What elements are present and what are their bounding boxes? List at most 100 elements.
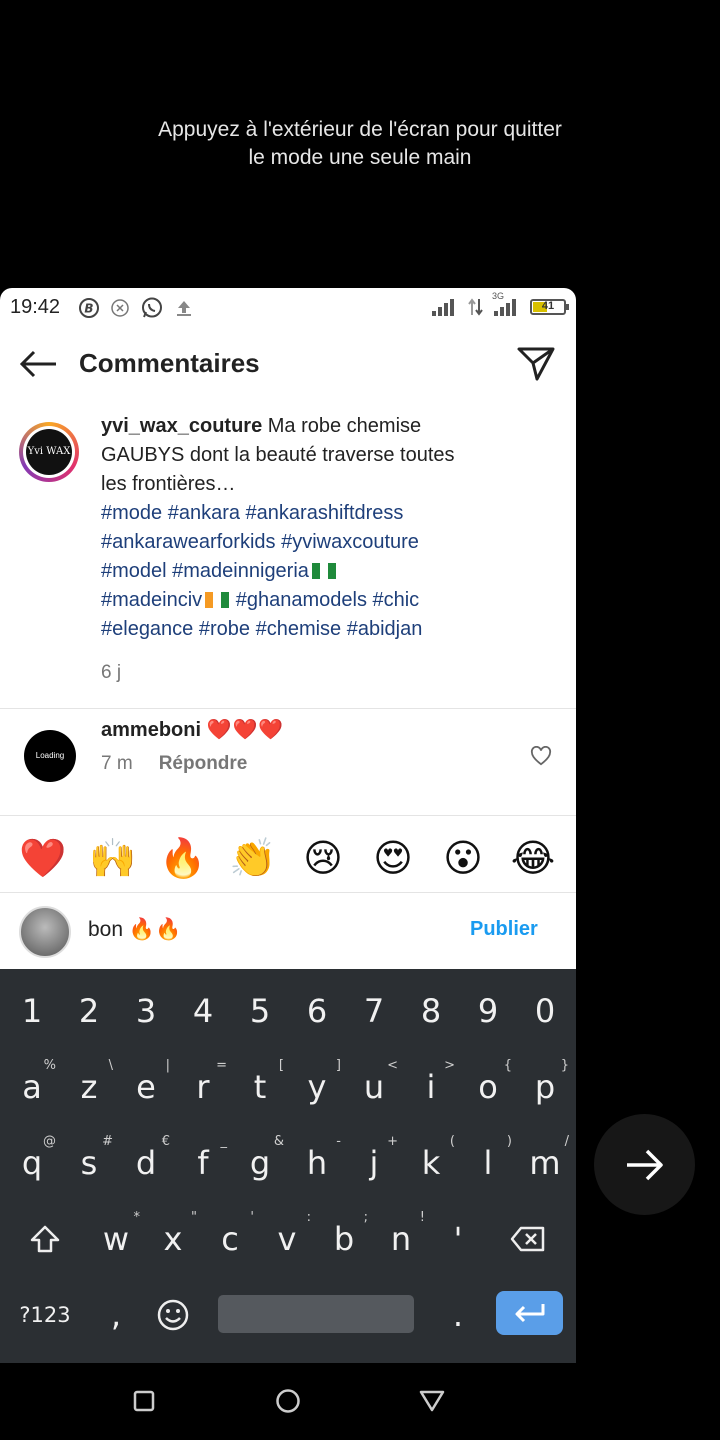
key-g[interactable]: g & (232, 1127, 288, 1199)
keyboard-number-row: 1234567890 (0, 975, 576, 1047)
emoji-heart[interactable]: ❤️ (16, 832, 70, 886)
comment-input[interactable]: bon 🔥🔥 (88, 918, 181, 942)
key-v[interactable]: v: (259, 1203, 315, 1275)
key-d[interactable]: d € (118, 1127, 174, 1199)
exit-one-hand-button[interactable] (594, 1114, 695, 1215)
key-o[interactable]: o{ (460, 1051, 516, 1123)
key-c[interactable]: c ' (202, 1203, 258, 1275)
key-y[interactable]: y] (289, 1051, 345, 1123)
symbols-key[interactable]: ?123 (14, 1279, 76, 1351)
emoji-heart-eyes[interactable]: 😍 (366, 832, 420, 886)
comment-username[interactable]: ammeboni (101, 719, 201, 741)
key-e[interactable]: e | (118, 1051, 174, 1123)
key-label: u (363, 1068, 385, 1106)
hashtags-line-4[interactable]: #madeinciv (101, 589, 202, 611)
emoji-clapping[interactable]: 👏 (226, 832, 280, 886)
author-avatar[interactable]: Yvi WAX (19, 422, 79, 482)
key-0[interactable]: 0 (517, 975, 573, 1047)
key-x[interactable]: x " (145, 1203, 201, 1275)
key-7[interactable]: 7 (346, 975, 402, 1047)
emoji-crying[interactable]: 😢 (296, 832, 350, 886)
reply-button[interactable]: Répondre (159, 753, 248, 774)
caption-username[interactable]: yvi_wax_couture (101, 415, 262, 437)
key-w[interactable]: w * (88, 1203, 144, 1275)
emoji-raising-hands[interactable]: 🙌 (86, 832, 140, 886)
key-4[interactable]: 4 (175, 975, 231, 1047)
key-k[interactable]: k( (403, 1127, 459, 1199)
key-u[interactable]: u < (346, 1051, 402, 1123)
shift-key[interactable] (17, 1203, 73, 1275)
keyboard-row-1: a% z \ e | r = t[y] u < i > o{p} (0, 1051, 576, 1123)
key-f[interactable]: f _ (175, 1127, 231, 1199)
key-z[interactable]: z \ (61, 1051, 117, 1123)
key-2[interactable]: 2 (61, 975, 117, 1047)
emoji-fire[interactable]: 🔥 (156, 832, 210, 886)
key-label: c (221, 1220, 239, 1258)
key-label: a (22, 1068, 42, 1106)
key-3[interactable]: 3 (118, 975, 174, 1047)
back-arrow-icon[interactable] (18, 348, 58, 380)
key-q[interactable]: q @ (4, 1127, 60, 1199)
key-secondary-label: " (191, 1210, 197, 1225)
key-label: o (478, 1068, 498, 1106)
key-m[interactable]: m / (517, 1127, 573, 1199)
heart-like-icon[interactable] (530, 746, 552, 766)
back-triangle-icon[interactable] (419, 1389, 445, 1413)
key-t[interactable]: t[ (232, 1051, 288, 1123)
emoji-tears-of-joy[interactable]: 😂 (506, 832, 560, 886)
key-l[interactable]: l) (460, 1127, 516, 1199)
enter-key[interactable] (496, 1291, 563, 1335)
key-label: 7 (363, 992, 385, 1030)
hashtags-line-2[interactable]: #ankarawearforkids #yviwaxcouture (101, 528, 541, 557)
comma-key[interactable]: , (88, 1279, 144, 1351)
key-8[interactable]: 8 (403, 975, 459, 1047)
key-9[interactable]: 9 (460, 975, 516, 1047)
nigeria-flag-icon (311, 563, 336, 579)
key-apostrophe[interactable]: ' (430, 1203, 486, 1275)
key-s[interactable]: s # (61, 1127, 117, 1199)
hashtags-line-3[interactable]: #model #madeinnigeria (101, 560, 309, 582)
status-time: 19:42 (10, 296, 61, 318)
hint-line-1: Appuyez à l'extérieur de l'écran pour qu… (158, 118, 562, 141)
key-label: v (277, 1220, 297, 1258)
key-label: b (333, 1220, 355, 1258)
author-avatar-logo: Yvi WAX (26, 429, 72, 475)
home-icon[interactable] (275, 1388, 301, 1414)
divider (0, 708, 576, 709)
commenter-avatar[interactable]: Loading (24, 730, 76, 782)
key-r[interactable]: r = (175, 1051, 231, 1123)
key-5[interactable]: 5 (232, 975, 288, 1047)
key-j[interactable]: j + (346, 1127, 402, 1199)
hashtags-line-4b[interactable]: #ghanamodels #chic (230, 589, 419, 611)
key-n[interactable]: n! (373, 1203, 429, 1275)
key-label: i (426, 1068, 436, 1106)
system-status-icons: 3G 41 (432, 291, 569, 317)
recent-apps-icon[interactable] (133, 1390, 155, 1412)
space-bar[interactable] (218, 1295, 414, 1333)
key-secondary-label: > (444, 1058, 455, 1073)
publish-button[interactable]: Publier (470, 918, 538, 941)
caption-line-1: Ma robe chemise (262, 415, 422, 437)
key-label: 6 (306, 992, 328, 1030)
comments-header: Commentaires (0, 328, 576, 400)
key-1[interactable]: 1 (4, 975, 60, 1047)
post-caption: Yvi WAX yvi_wax_couture Ma robe chemise … (0, 412, 576, 708)
backspace-key[interactable] (500, 1203, 556, 1275)
key-secondary-label: * (133, 1210, 141, 1225)
key-6[interactable]: 6 (289, 975, 345, 1047)
key-h[interactable]: h- (289, 1127, 345, 1199)
key-secondary-label: ' (250, 1210, 254, 1225)
send-icon[interactable] (516, 346, 556, 382)
key-p[interactable]: p} (517, 1051, 573, 1123)
key-a[interactable]: a% (4, 1051, 60, 1123)
hashtags-line-1[interactable]: #mode #ankara #ankarashiftdress (101, 499, 541, 528)
emoji-key[interactable] (145, 1279, 201, 1351)
divider (0, 892, 576, 893)
divider (0, 815, 576, 816)
emoji-surprised[interactable]: 😮 (436, 832, 490, 886)
key-b[interactable]: b; (316, 1203, 372, 1275)
period-key[interactable]: . (430, 1279, 486, 1351)
hashtags-line-5[interactable]: #elegance #robe #chemise #abidjan (101, 615, 541, 644)
key-i[interactable]: i > (403, 1051, 459, 1123)
key-label: n (390, 1220, 412, 1258)
